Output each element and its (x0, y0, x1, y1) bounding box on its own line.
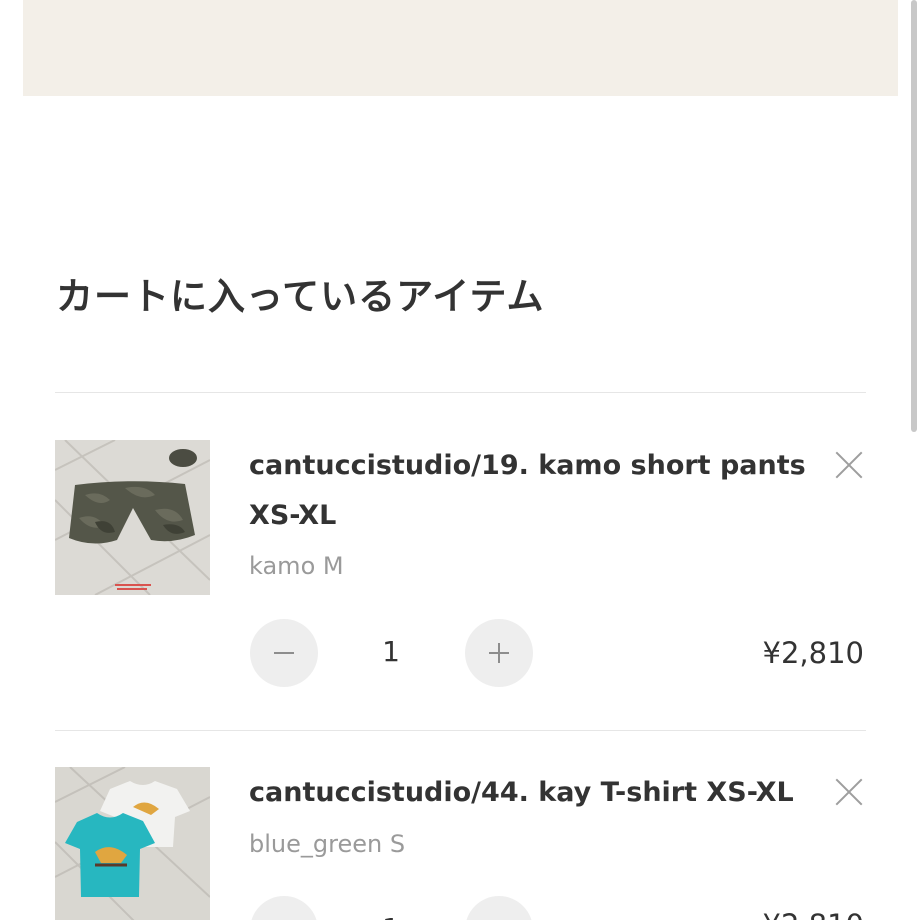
camo-shorts-photo-icon (55, 440, 210, 595)
product-name[interactable]: cantuccistudio/19. kamo short pants XS-X… (249, 441, 809, 541)
t-shirts-photo-icon (55, 767, 210, 920)
divider (55, 730, 866, 731)
scrollbar[interactable] (910, 0, 918, 920)
increase-quantity-button[interactable] (465, 896, 533, 920)
divider (55, 392, 866, 393)
product-name[interactable]: cantuccistudio/44. kay T-shirt XS-XL (249, 768, 809, 818)
product-variant: blue_green S (249, 830, 406, 858)
quantity-value: 1 (382, 635, 400, 668)
item-price: ¥2,810 (763, 908, 864, 920)
item-price: ¥2,810 (762, 636, 864, 670)
minus-icon (274, 652, 294, 654)
quantity-value: 1 (361, 912, 421, 920)
product-thumbnail[interactable] (55, 440, 210, 595)
product-thumbnail[interactable] (55, 767, 210, 920)
product-variant: kamo M (249, 552, 344, 580)
page-title: カートに入っているアイテム (56, 275, 545, 318)
remove-item-button[interactable] (830, 773, 868, 811)
decrease-quantity-button[interactable] (250, 619, 318, 687)
remove-item-button[interactable] (830, 446, 868, 484)
increase-quantity-button[interactable] (465, 619, 533, 687)
decrease-quantity-button[interactable] (250, 896, 318, 920)
top-banner (23, 0, 898, 96)
scrollbar-thumb[interactable] (911, 0, 917, 432)
